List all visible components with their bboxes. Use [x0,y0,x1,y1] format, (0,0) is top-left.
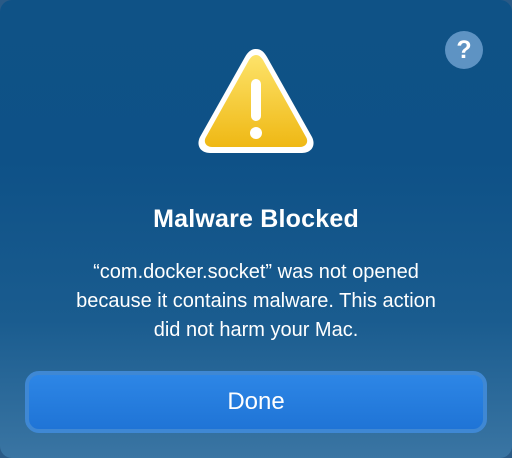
message-line-3: did not harm your Mac. [153,319,359,341]
message-line-1: “com.docker.socket” was not opened [93,261,419,283]
done-button-label: Done [227,388,285,415]
help-button[interactable]: ? [445,31,483,69]
dialog-title: Malware Blocked [153,205,359,233]
warning-triangle-icon [198,49,314,153]
message-line-2: because it contains malware. This action [76,290,436,312]
malware-alert-dialog: ? Malware Blocked “com.docker.socket” wa… [0,0,512,458]
dialog-message: “com.docker.socket” was not opened becau… [40,258,472,345]
help-label: ? [456,35,472,64]
done-button[interactable]: Done [25,371,487,433]
